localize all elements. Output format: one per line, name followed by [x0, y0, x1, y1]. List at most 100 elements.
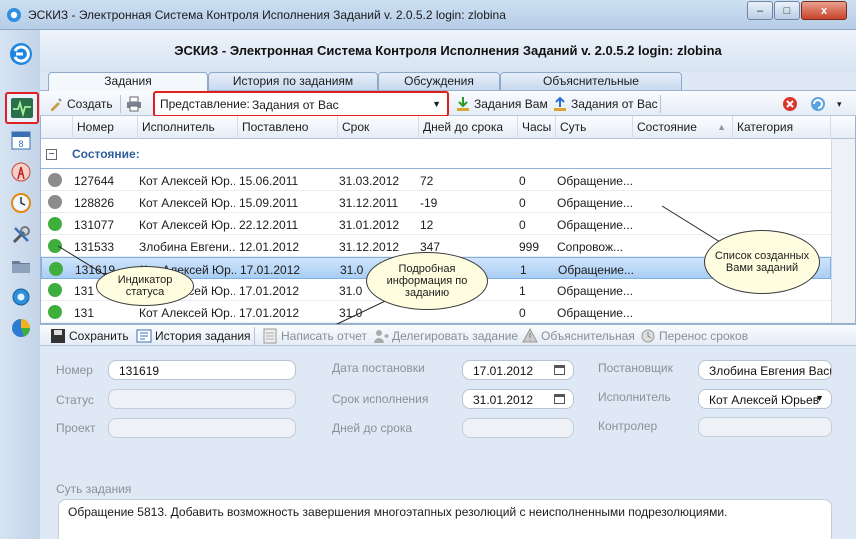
sidebar-item-reports[interactable] — [7, 314, 35, 342]
status-field[interactable] — [108, 389, 296, 409]
warning-icon — [522, 328, 538, 343]
column-header-days-left[interactable]: Дней до срока — [419, 116, 518, 139]
activity-monitor-icon — [11, 98, 33, 118]
cell-due-date: 31.03.2012 — [339, 174, 400, 188]
date-set-field[interactable]: 17.01.2012 — [462, 360, 574, 380]
pause-status-icon — [48, 195, 62, 209]
cell-set-date: 12.01.2012 — [239, 240, 300, 254]
cell-hours: 0 — [519, 174, 526, 188]
save-label: Сохранить — [69, 329, 129, 343]
callout-created-list: Список созданных Вами заданий — [704, 230, 820, 294]
task-history-button[interactable]: История задания — [136, 325, 251, 347]
cell-due-date: 31.01.2012 — [339, 218, 400, 232]
tab-task-history[interactable]: История по заданиям — [208, 72, 378, 90]
number-field[interactable]: 131619 — [108, 360, 296, 380]
chevron-down-icon: ▾ — [837, 98, 842, 109]
sidebar-item-clock[interactable] — [7, 189, 35, 217]
project-field[interactable] — [108, 418, 296, 438]
executor-select[interactable]: Кот Алексей Юрьев ▼ — [698, 389, 832, 409]
tab-tasks[interactable]: Задания — [48, 72, 208, 91]
deadline-field[interactable]: 31.01.2012 — [462, 389, 574, 409]
cell-set-date: 17.01.2012 — [239, 306, 300, 320]
cell-due-date: 31.0 — [339, 284, 363, 298]
column-header-category[interactable]: Категория — [733, 116, 831, 139]
cell-number: 131077 — [74, 218, 115, 232]
sidebar-item-calendar[interactable]: 8 — [7, 126, 35, 154]
save-icon — [51, 329, 65, 343]
calendar-icon: 8 — [11, 131, 31, 150]
reschedule-button[interactable]: Перенос сроков — [640, 325, 748, 347]
cell-days-left: -19 — [420, 196, 438, 210]
cell-due-date: 31.0 — [340, 263, 364, 277]
deadline-label: Срок исполнения — [332, 392, 429, 406]
callout-status-indicator: Индикатор статуса — [96, 266, 194, 306]
cell-essence: Обращение... — [557, 306, 633, 320]
collapse-icon[interactable]: − — [46, 149, 57, 160]
refresh-icon — [811, 97, 825, 111]
cell-essence: Обращение... — [557, 174, 633, 188]
cell-number: 131 — [74, 306, 95, 320]
cell-hours: 1 — [519, 284, 526, 298]
tools-icon — [12, 226, 30, 244]
app-header-title: ЭСКИЗ - Электронная Система Контроля Исп… — [174, 43, 722, 58]
save-button[interactable]: Сохранить — [50, 325, 129, 347]
grid-header: Номер Исполнитель Поставлено Срок Дней д… — [41, 116, 855, 139]
delete-button[interactable] — [782, 91, 798, 117]
sidebar-item-folder[interactable] — [7, 252, 35, 280]
tasks-from-you-button[interactable]: Задания от Вас — [552, 91, 658, 117]
close-icon: x — [820, 4, 828, 17]
delegate-button[interactable]: Делегировать задание — [373, 325, 518, 347]
setter-field[interactable]: Злобина Евгения Васи — [698, 360, 832, 380]
table-row[interactable]: 128826 Кот Алексей Юр... 15.09.2011 31.1… — [41, 191, 831, 213]
view-selector[interactable]: Представление: Задания от Вас ▼ — [153, 91, 449, 117]
cell-number: 128826 — [74, 196, 115, 210]
cell-executor: Злобина Евгени... — [139, 240, 235, 254]
sidebar-item-settings[interactable] — [7, 283, 35, 311]
essence-textarea[interactable]: Обращение 5813. Добавить возможность зав… — [58, 499, 832, 539]
column-header-state[interactable]: Состояние ▲ — [633, 116, 733, 139]
explanatory-button[interactable]: Объяснительная — [522, 325, 635, 347]
sidebar-item-tools[interactable] — [7, 221, 35, 249]
cell-essence: Обращение... — [557, 218, 633, 232]
reschedule-icon — [641, 329, 655, 343]
delegate-icon — [374, 330, 389, 343]
toolbar-overflow[interactable]: ▾ — [837, 91, 842, 117]
table-row[interactable]: 131077 Кот Алексей Юр... 22.12.2011 31.0… — [41, 213, 831, 235]
tab-discussions[interactable]: Обсуждения — [378, 72, 500, 90]
column-header-executor[interactable]: Исполнитель — [138, 116, 238, 139]
maximize-button[interactable]: □ — [774, 1, 800, 20]
date-set-value: 17.01.2012 — [473, 364, 534, 378]
cell-due-date: 31.12.2012 — [339, 240, 400, 254]
column-header-number[interactable]: Номер — [73, 116, 138, 139]
cell-set-date: 15.09.2011 — [239, 196, 299, 210]
column-header-essence[interactable]: Суть — [556, 116, 633, 139]
table-row[interactable]: 127644 Кот Алексей Юр... 15.06.2011 31.0… — [41, 169, 831, 191]
write-report-button[interactable]: Написать отчет — [262, 325, 367, 347]
grid-scrollbar[interactable] — [831, 139, 855, 323]
executor-label: Исполнитель — [598, 390, 671, 404]
folder-icon — [12, 261, 30, 273]
clock-icon — [11, 193, 31, 213]
column-header-status[interactable] — [41, 116, 73, 139]
app-logo-icon — [7, 8, 21, 22]
close-window-button[interactable]: x — [801, 1, 847, 20]
view-selector-label: Представление: — [160, 97, 250, 111]
project-label: Проект — [56, 421, 96, 435]
sidebar-item-broadcast[interactable] — [7, 158, 35, 186]
create-button[interactable]: Создать — [48, 91, 113, 117]
controller-field[interactable] — [698, 417, 832, 437]
sidebar-item-monitor[interactable] — [5, 92, 39, 124]
executor-value: Кот Алексей Юрьев — [709, 393, 820, 407]
column-header-hours[interactable]: Часы — [518, 116, 556, 139]
column-header-set-date[interactable]: Поставлено — [238, 116, 338, 139]
sort-arrow-icon: ▲ — [717, 122, 726, 132]
column-header-due-date[interactable]: Срок — [338, 116, 419, 139]
tasks-to-you-button[interactable]: Задания Вам — [455, 91, 548, 117]
tab-explanatory[interactable]: Объяснительные — [500, 72, 682, 90]
days-left-field[interactable] — [462, 418, 574, 438]
minimize-button[interactable]: ‒ — [747, 1, 773, 20]
print-button[interactable] — [126, 91, 142, 117]
printer-icon — [127, 96, 141, 112]
refresh-button[interactable] — [810, 91, 826, 117]
task-detail-form: Номер 131619 Статус Проект Дата постанов… — [40, 346, 856, 539]
